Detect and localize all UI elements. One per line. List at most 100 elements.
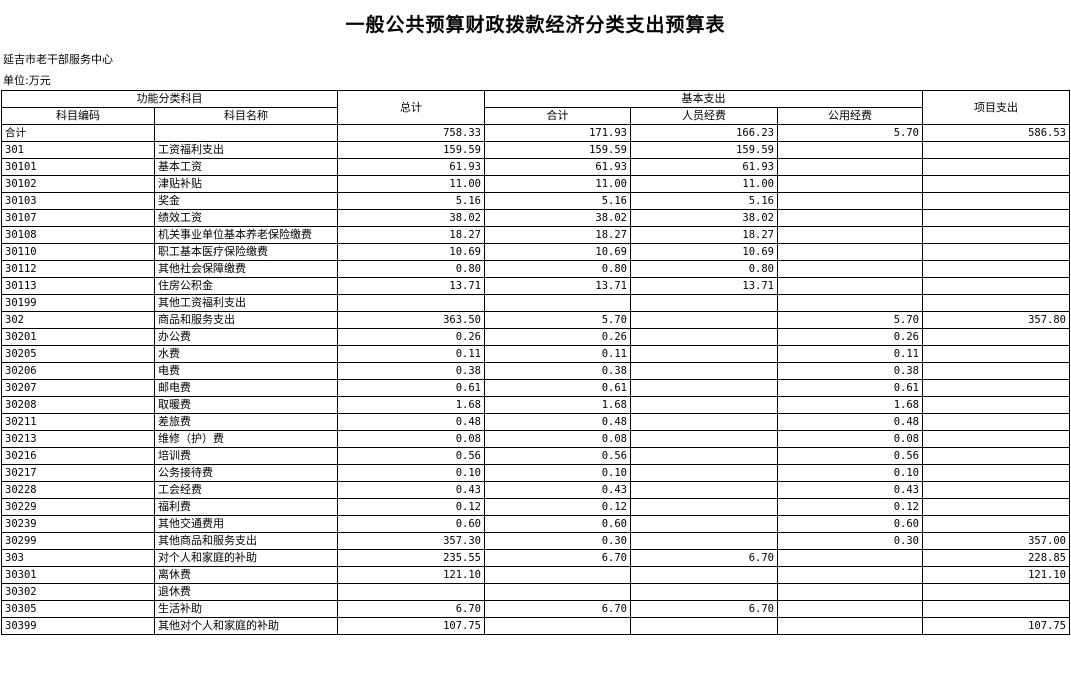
subject-name-cell: 办公费 bbox=[154, 328, 338, 346]
subject-code-cell: 30107 bbox=[1, 209, 155, 227]
table-row: 30206 电费 0.38 0.38 0.38 bbox=[1, 362, 1070, 380]
total-cell: 107.75 bbox=[337, 617, 485, 635]
personnel-cell bbox=[630, 617, 778, 635]
project-cell bbox=[922, 396, 1070, 414]
table-row: 30199 其他工资福利支出 bbox=[1, 294, 1070, 312]
subject-code-cell: 30199 bbox=[1, 294, 155, 312]
header-subject-name: 科目名称 bbox=[154, 107, 338, 125]
public-cell: 5.70 bbox=[777, 311, 923, 329]
total-cell: 0.10 bbox=[337, 464, 485, 482]
table-row: 30302 退休费 bbox=[1, 583, 1070, 601]
page-title: 一般公共预算财政拨款经济分类支出预算表 bbox=[345, 14, 726, 36]
basic-sum-cell: 0.12 bbox=[484, 498, 631, 516]
basic-sum-cell: 0.48 bbox=[484, 413, 631, 431]
subject-code-cell: 30305 bbox=[1, 600, 155, 618]
total-cell: 357.30 bbox=[337, 532, 485, 550]
table-row: 30399 其他对个人和家庭的补助 107.75 107.75 bbox=[1, 617, 1070, 635]
public-cell bbox=[777, 158, 923, 176]
public-cell bbox=[777, 294, 923, 312]
subject-code-cell: 30301 bbox=[1, 566, 155, 584]
public-cell bbox=[777, 600, 923, 618]
personnel-cell: 0.80 bbox=[630, 260, 778, 278]
subject-name-cell: 差旅费 bbox=[154, 413, 338, 431]
basic-sum-cell: 10.69 bbox=[484, 243, 631, 261]
total-cell: 10.69 bbox=[337, 243, 485, 261]
total-cell: 1.68 bbox=[337, 396, 485, 414]
subject-name-cell: 工会经费 bbox=[154, 481, 338, 499]
basic-sum-cell: 6.70 bbox=[484, 600, 631, 618]
table-row: 30299 其他商品和服务支出 357.30 0.30 0.30 357.00 bbox=[1, 532, 1070, 550]
total-cell: 0.26 bbox=[337, 328, 485, 346]
subject-code-cell: 30112 bbox=[1, 260, 155, 278]
header-basic-expenditure: 基本支出 bbox=[484, 90, 923, 108]
project-cell bbox=[922, 226, 1070, 244]
subject-name-cell: 其他工资福利支出 bbox=[154, 294, 338, 312]
public-cell bbox=[777, 260, 923, 278]
subject-code-cell: 30213 bbox=[1, 430, 155, 448]
subject-code-cell: 30102 bbox=[1, 175, 155, 193]
project-cell: 357.80 bbox=[922, 311, 1070, 329]
public-cell bbox=[777, 549, 923, 567]
subject-name-cell: 培训费 bbox=[154, 447, 338, 465]
basic-sum-cell: 171.93 bbox=[484, 124, 631, 142]
total-cell: 0.48 bbox=[337, 413, 485, 431]
public-cell: 0.10 bbox=[777, 464, 923, 482]
project-cell bbox=[922, 498, 1070, 516]
total-cell: 0.56 bbox=[337, 447, 485, 465]
subject-code-cell: 30228 bbox=[1, 481, 155, 499]
basic-sum-cell: 5.70 bbox=[484, 311, 631, 329]
personnel-cell bbox=[630, 498, 778, 516]
subject-name-cell: 邮电费 bbox=[154, 379, 338, 397]
total-cell: 18.27 bbox=[337, 226, 485, 244]
header-function-classification: 功能分类科目 bbox=[1, 90, 338, 108]
total-cell bbox=[337, 583, 485, 601]
table-row: 30216 培训费 0.56 0.56 0.56 bbox=[1, 447, 1070, 465]
personnel-cell bbox=[630, 362, 778, 380]
personnel-cell: 11.00 bbox=[630, 175, 778, 193]
basic-sum-cell: 13.71 bbox=[484, 277, 631, 295]
header-subject-code: 科目编码 bbox=[1, 107, 155, 125]
table-row: 30108 机关事业单位基本养老保险缴费 18.27 18.27 18.27 bbox=[1, 226, 1070, 244]
subject-name-cell: 维修（护）费 bbox=[154, 430, 338, 448]
project-cell bbox=[922, 379, 1070, 397]
subject-name-cell: 其他对个人和家庭的补助 bbox=[154, 617, 338, 635]
project-cell: 107.75 bbox=[922, 617, 1070, 635]
subject-name-cell: 其他社会保障缴费 bbox=[154, 260, 338, 278]
personnel-cell bbox=[630, 583, 778, 601]
personnel-cell bbox=[630, 311, 778, 329]
public-cell bbox=[777, 209, 923, 227]
subject-code-cell: 30217 bbox=[1, 464, 155, 482]
subject-name-cell: 生活补助 bbox=[154, 600, 338, 618]
budget-table: 功能分类科目 总计 基本支出 项目支出 科目编码 科目名称 合计 人员经费 公用… bbox=[1, 90, 1070, 635]
subject-code-cell: 30201 bbox=[1, 328, 155, 346]
personnel-cell: 5.16 bbox=[630, 192, 778, 210]
subject-code-cell: 303 bbox=[1, 549, 155, 567]
basic-sum-cell: 0.61 bbox=[484, 379, 631, 397]
public-cell: 0.56 bbox=[777, 447, 923, 465]
table-row: 30205 水费 0.11 0.11 0.11 bbox=[1, 345, 1070, 363]
total-cell: 0.11 bbox=[337, 345, 485, 363]
personnel-cell: 13.71 bbox=[630, 277, 778, 295]
subject-code-cell: 30206 bbox=[1, 362, 155, 380]
project-cell: 357.00 bbox=[922, 532, 1070, 550]
subject-code-cell: 30239 bbox=[1, 515, 155, 533]
subject-name-cell: 其他交通费用 bbox=[154, 515, 338, 533]
public-cell: 0.08 bbox=[777, 430, 923, 448]
personnel-cell: 166.23 bbox=[630, 124, 778, 142]
project-cell: 121.10 bbox=[922, 566, 1070, 584]
table-body: 合计 758.33 171.93 166.23 5.70 586.53 301 工资福利支出 1… bbox=[1, 124, 1070, 635]
project-cell bbox=[922, 158, 1070, 176]
total-cell: 0.38 bbox=[337, 362, 485, 380]
personnel-cell bbox=[630, 515, 778, 533]
basic-sum-cell: 18.27 bbox=[484, 226, 631, 244]
table-row: 30107 绩效工资 38.02 38.02 38.02 bbox=[1, 209, 1070, 227]
total-cell: 159.59 bbox=[337, 141, 485, 159]
subject-code-cell: 30229 bbox=[1, 498, 155, 516]
table-row: 30305 生活补助 6.70 6.70 6.70 bbox=[1, 600, 1070, 618]
total-cell: 121.10 bbox=[337, 566, 485, 584]
subject-name-cell: 住房公积金 bbox=[154, 277, 338, 295]
subject-code-cell: 30205 bbox=[1, 345, 155, 363]
basic-sum-cell: 0.26 bbox=[484, 328, 631, 346]
subject-name-cell: 福利费 bbox=[154, 498, 338, 516]
table-row: 30112 其他社会保障缴费 0.80 0.80 0.80 bbox=[1, 260, 1070, 278]
